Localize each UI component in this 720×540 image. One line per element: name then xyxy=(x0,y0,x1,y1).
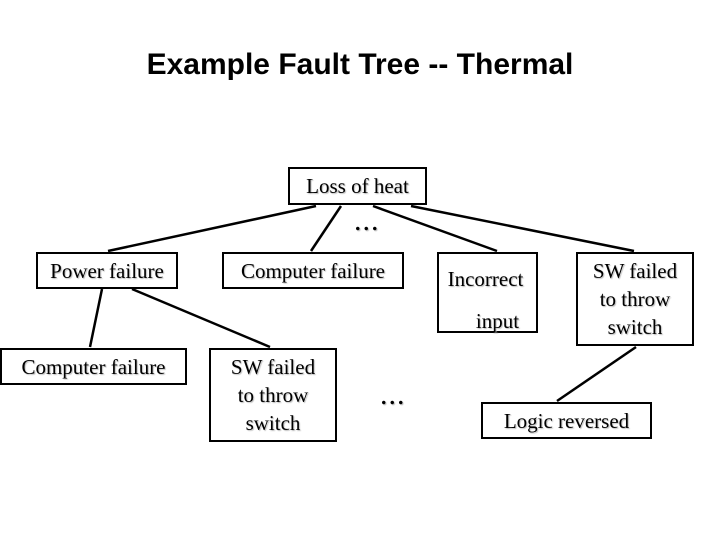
edge-root-computer-failure xyxy=(309,205,343,252)
edge-sw-failed-logic-reversed xyxy=(556,345,637,403)
node-computer-failure: Computer failure xyxy=(222,252,404,289)
edge-power-failure-sw-failed xyxy=(131,287,271,349)
node-label: Loss of heat xyxy=(306,174,409,198)
node-power-failure: Power failure xyxy=(36,252,178,289)
node-label: Logic reversed xyxy=(503,408,630,433)
node-label-line: input xyxy=(475,309,520,333)
edge-root-incorrect-input xyxy=(372,204,498,253)
node-label: Computer failure xyxy=(240,258,386,283)
node-loss-of-heat: Loss of heat xyxy=(288,167,427,205)
edge-root-power-failure xyxy=(107,204,317,253)
node-incorrect-input: Incorrect input xyxy=(437,252,538,333)
node-label-line: SW failed xyxy=(230,355,316,379)
node-sw-failed-to-throw-switch-level2: SW failed to throw switch xyxy=(209,348,337,442)
node-label-line: to throw xyxy=(599,287,671,311)
edge-power-failure-computer-failure xyxy=(88,288,104,348)
ellipsis-more-children-level2: ... xyxy=(380,378,406,411)
node-label-line: switch xyxy=(607,315,663,339)
ellipsis-more-children-root: ... xyxy=(354,204,380,237)
node-label: Power failure xyxy=(50,258,164,283)
node-label-line: Incorrect xyxy=(447,267,524,291)
node-label-line: to throw xyxy=(237,383,309,407)
node-label-line: switch xyxy=(245,411,301,435)
node-sw-failed-to-throw-switch: SW failed to throw switch xyxy=(576,252,694,346)
node-logic-reversed: Logic reversed xyxy=(481,402,652,439)
node-computer-failure-level2: Computer failure xyxy=(0,348,187,385)
node-label: Computer failure xyxy=(21,354,166,379)
edge-root-sw-failed xyxy=(410,204,635,253)
node-label-line: SW failed xyxy=(592,259,678,283)
